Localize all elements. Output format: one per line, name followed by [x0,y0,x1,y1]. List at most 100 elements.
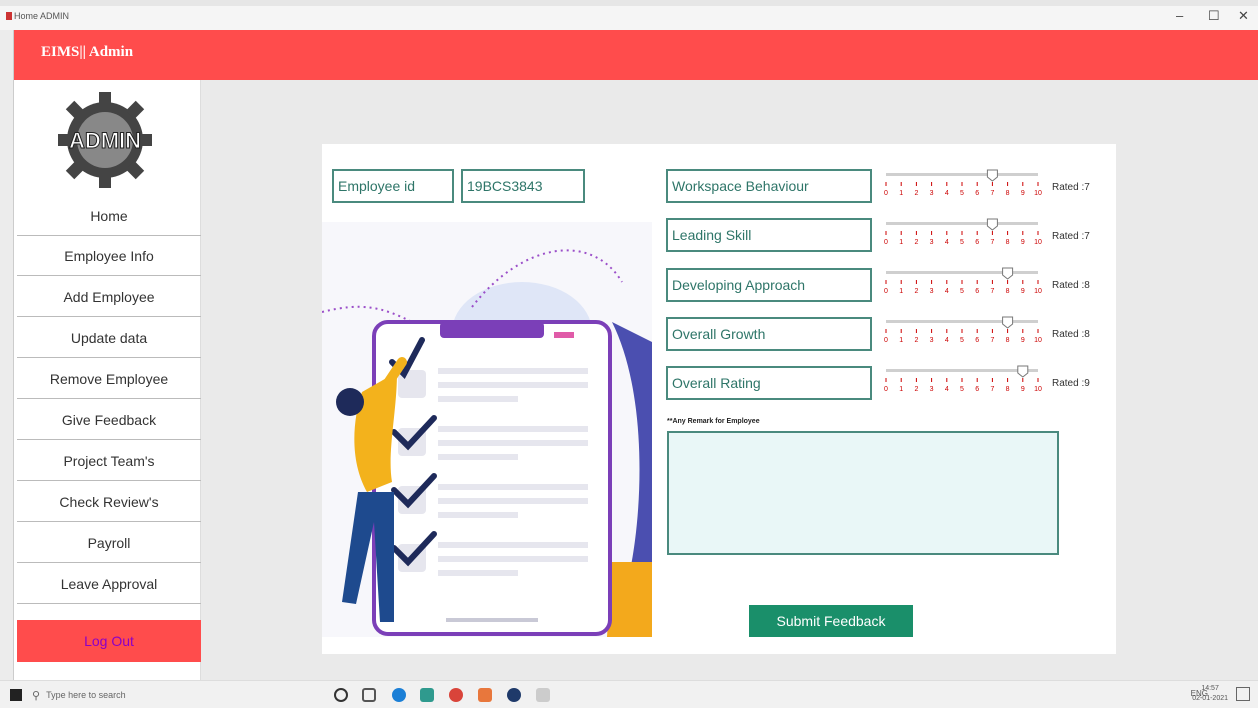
submit-feedback-button[interactable]: Submit Feedback [749,605,913,637]
slider-tick-label: 7 [990,337,994,344]
slider-tick [1037,378,1039,382]
slider-thumb[interactable] [986,218,998,231]
slider-tick [991,182,993,186]
slider-tick-label: 7 [990,239,994,246]
slider-tick-label: 10 [1034,337,1042,344]
slider-tick-label: 9 [1021,239,1025,246]
edge-icon[interactable] [392,688,406,702]
slider-tick [976,280,978,284]
sidebar-item-remove-employee[interactable]: Remove Employee [17,359,201,399]
chrome-icon[interactable] [449,688,463,702]
slider-tick-label: 9 [1021,386,1025,393]
rating-label-overall-growth: Overall Growth [666,317,872,351]
rating-slider[interactable]: 0 1 2 3 4 5 6 7 8 9 10 [880,315,1045,351]
task-view-icon[interactable] [362,688,376,702]
rated-value: Rated :8 [1052,280,1090,291]
app-icon-orange[interactable] [478,688,492,702]
clock-time: 14:57 [1201,685,1219,692]
slider-thumb[interactable] [1002,316,1014,329]
slider-tick-label: 0 [884,190,888,197]
close-button[interactable]: ✕ [1238,8,1249,24]
slider-tick-label: 5 [960,190,964,197]
slider-tick-label: 3 [930,239,934,246]
slider-tick [885,231,887,235]
app-icon-dark[interactable] [507,688,521,702]
sidebar-item-update-data[interactable]: Update data [17,318,201,358]
slider-tick [900,182,902,186]
taskbar-search[interactable]: ⚲ Type here to search [32,685,272,705]
slider-tick [946,280,948,284]
slider-tick-label: 2 [914,386,918,393]
rating-label-text: Leading Skill [672,227,752,243]
slider-thumb[interactable] [986,169,998,182]
slider-tick-label: 4 [945,239,949,246]
slider-tick-label: 4 [945,386,949,393]
slider-tick [961,280,963,284]
maximize-button[interactable]: ☐ [1208,8,1220,24]
slider-tick [1037,182,1039,186]
submit-label: Submit Feedback [776,613,886,629]
rating-slider[interactable]: 0 1 2 3 4 5 6 7 8 9 10 [880,217,1045,253]
slider-tick [1022,378,1024,382]
slider-tick-label: 1 [899,288,903,295]
rating-label-text: Workspace Behaviour [672,178,809,194]
checklist-illustration [322,222,652,637]
cortana-icon[interactable] [334,688,348,702]
sidebar-item-payroll[interactable]: Payroll [17,523,201,563]
sidebar-item-home[interactable]: Home [17,196,201,236]
rating-label-text: Overall Rating [672,375,761,391]
slider-tick [931,280,933,284]
slider-tick-label: 2 [914,239,918,246]
slider-tick-label: 3 [930,386,934,393]
minimize-button[interactable]: – [1176,8,1183,23]
rating-label-leading-skill: Leading Skill [666,218,872,252]
slider-track[interactable] [886,173,1038,176]
slider-tick [1022,182,1024,186]
notification-icon[interactable] [1236,687,1250,701]
slider-tick [885,378,887,382]
slider-tick-label: 6 [975,386,979,393]
slider-tick [931,329,933,333]
sidebar-item-label: Add Employee [63,288,155,305]
search-placeholder: Type here to search [46,690,126,700]
sidebar-item-add-employee[interactable]: Add Employee [17,277,201,317]
slider-tick-label: 5 [960,386,964,393]
slider-tick-label: 0 [884,239,888,246]
slider-tick [961,378,963,382]
taskbar: ⚲ Type here to search ENG 14:57 02-01-20… [0,680,1258,708]
slider-tick-label: 0 [884,386,888,393]
slider-tick [885,329,887,333]
slider-track[interactable] [886,271,1038,274]
rating-slider[interactable]: 0 1 2 3 4 5 6 7 8 9 10 [880,168,1045,204]
sidebar-item-project-teams[interactable]: Project Team's [17,441,201,481]
clock[interactable]: 14:57 02-01-2021 [1192,684,1228,704]
rated-value: Rated :7 [1052,182,1090,193]
slider-tick-label: 9 [1021,337,1025,344]
rating-slider[interactable]: 0 1 2 3 4 5 6 7 8 9 10 [880,266,1045,302]
store-icon[interactable] [420,688,434,702]
slider-track[interactable] [886,320,1038,323]
slider-tick [1037,329,1039,333]
slider-tick-label: 6 [975,239,979,246]
logout-button[interactable]: Log Out [17,620,201,662]
java-icon[interactable] [536,688,550,702]
employee-id-field[interactable]: 19BCS3843 [461,169,585,203]
windows-start-icon[interactable] [10,689,22,701]
remark-textarea[interactable] [667,431,1059,555]
rating-slider[interactable]: 0 1 2 3 4 5 6 7 8 9 10 [880,364,1045,400]
slider-tick [900,329,902,333]
slider-tick-label: 6 [975,337,979,344]
rating-label-workspace-behaviour: Workspace Behaviour [666,169,872,203]
sidebar-item-check-reviews[interactable]: Check Review's [17,482,201,522]
sidebar-item-leave-approval[interactable]: Leave Approval [17,564,201,604]
sidebar-item-employee-info[interactable]: Employee Info [17,236,201,276]
slider-track[interactable] [886,369,1038,372]
slider-thumb[interactable] [1017,365,1029,378]
slider-tick-label: 8 [1006,386,1010,393]
sidebar-item-give-feedback[interactable]: Give Feedback [17,400,201,440]
slider-thumb[interactable] [1002,267,1014,280]
slider-tick [976,378,978,382]
slider-tick-label: 10 [1034,288,1042,295]
slider-track[interactable] [886,222,1038,225]
sidebar-item-label: Payroll [87,534,131,551]
